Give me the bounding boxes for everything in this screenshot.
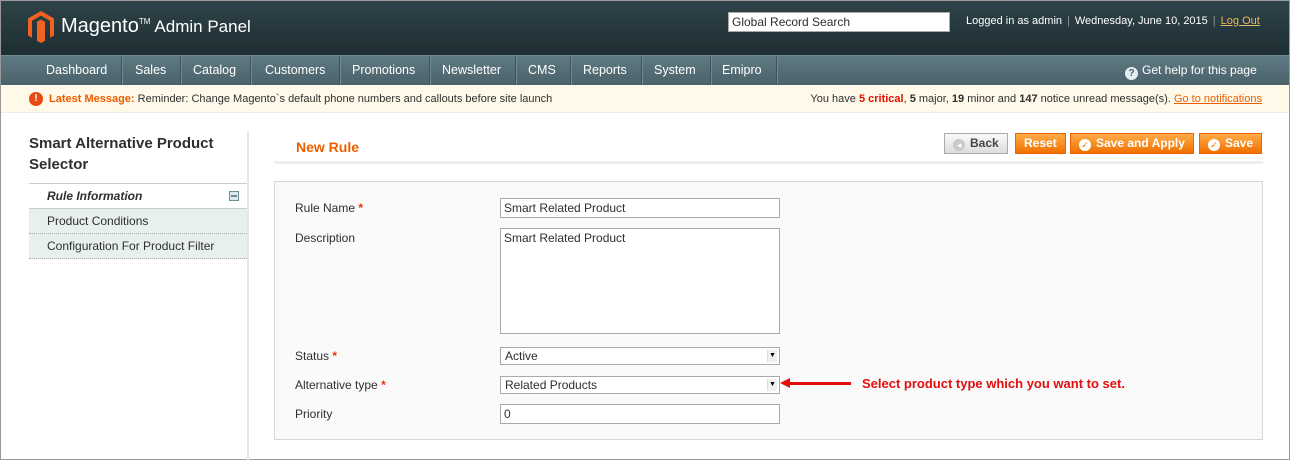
reset-button[interactable]: Reset bbox=[1015, 133, 1066, 154]
latest-message: Latest Message: Reminder: Change Magento… bbox=[49, 93, 552, 105]
dropdown-arrow-icon: ▼ bbox=[767, 379, 777, 391]
message-bar: ! Latest Message: Reminder: Change Magen… bbox=[1, 85, 1289, 113]
major-label: major, bbox=[918, 93, 949, 105]
page-title: New Rule bbox=[296, 139, 360, 155]
status-label: Status * bbox=[295, 349, 338, 363]
tab-label: Rule Information bbox=[47, 189, 143, 203]
back-arrow-icon: ◂ bbox=[953, 139, 965, 151]
annotation-arrow-line bbox=[787, 382, 851, 385]
user-info: Logged in as admin | Wednesday, June 10, 2… bbox=[966, 15, 1260, 27]
nav-item-newsletter[interactable]: Newsletter bbox=[428, 56, 517, 85]
priority-label: Priority bbox=[295, 407, 333, 421]
main-nav: Dashboard Sales Catalog Customers Promot… bbox=[1, 55, 1289, 85]
logged-in-text: Logged in as admin bbox=[966, 15, 1063, 27]
nav-item-sales[interactable]: Sales bbox=[121, 56, 182, 85]
sidebar-divider bbox=[247, 131, 249, 460]
latest-message-label: Latest Message: bbox=[49, 93, 135, 105]
critical-count: 5 critical bbox=[858, 93, 904, 105]
latest-message-text: Reminder: Change Magento`s default phone… bbox=[137, 93, 553, 105]
annotation-text: Select product type which you want to se… bbox=[862, 376, 1125, 391]
title-divider bbox=[274, 161, 1263, 164]
save-button[interactable]: ✓ Save bbox=[1199, 133, 1263, 154]
check-icon: ✓ bbox=[1079, 139, 1091, 151]
alternative-type-label: Alternative type * bbox=[295, 378, 386, 392]
description-label: Description bbox=[295, 231, 356, 245]
go-to-notifications-link[interactable]: Go to notifications bbox=[1174, 93, 1262, 105]
nav-item-catalog[interactable]: Catalog bbox=[179, 56, 252, 85]
alternative-type-value: Related Products bbox=[505, 378, 598, 392]
nav-item-cms[interactable]: CMS bbox=[514, 56, 571, 85]
help-label: Get help for this page bbox=[1142, 63, 1257, 77]
save-apply-label: Save and Apply bbox=[1096, 136, 1185, 150]
help-link[interactable]: ? Get help for this page bbox=[1125, 63, 1257, 80]
nav-item-dashboard[interactable]: Dashboard bbox=[32, 56, 123, 85]
nav-item-promotions[interactable]: Promotions bbox=[338, 56, 431, 85]
notice-count: 147 bbox=[1019, 93, 1038, 105]
help-icon: ? bbox=[1125, 67, 1138, 80]
rule-name-label: Rule Name * bbox=[295, 201, 364, 215]
global-search-input[interactable] bbox=[728, 12, 950, 32]
magento-logo-icon bbox=[28, 11, 54, 43]
nav-item-customers[interactable]: Customers bbox=[251, 56, 341, 85]
rule-name-input[interactable] bbox=[500, 198, 780, 218]
back-label: Back bbox=[970, 136, 999, 150]
header-bar: MagentoTMAdmin Panel Logged in as admin|… bbox=[1, 1, 1289, 55]
tab-rule-information[interactable]: Rule Information bbox=[29, 184, 247, 209]
save-label: Save bbox=[1225, 136, 1254, 150]
brand-title: MagentoTM Admin Panel bbox=[61, 15, 251, 37]
alert-icon: ! bbox=[29, 92, 43, 106]
check-icon: ✓ bbox=[1208, 139, 1220, 151]
priority-input[interactable] bbox=[500, 404, 780, 424]
save-and-apply-button[interactable]: ✓ Save and Apply bbox=[1070, 133, 1194, 154]
status-value: Active bbox=[505, 349, 538, 363]
dropdown-arrow-icon: ▼ bbox=[767, 350, 777, 362]
status-select[interactable]: Active ▼ bbox=[500, 347, 780, 365]
reset-label: Reset bbox=[1024, 136, 1057, 150]
back-button[interactable]: ◂ Back bbox=[944, 133, 1008, 154]
tab-label: Product Conditions bbox=[47, 214, 149, 228]
summary-prefix: You have bbox=[810, 93, 856, 105]
notification-summary: You have 5 critical, 5 major, 19 minor a… bbox=[810, 93, 1262, 105]
notice-label: notice unread message(s). bbox=[1040, 93, 1171, 105]
alternative-type-select[interactable]: Related Products ▼ bbox=[500, 376, 780, 394]
minor-label: minor and bbox=[967, 93, 1017, 105]
major-count: 5 bbox=[909, 93, 916, 105]
nav-item-system[interactable]: System bbox=[640, 56, 711, 85]
date-text: Wednesday, June 10, 2015 bbox=[1074, 15, 1208, 27]
sidebar-title: Smart Alternative Product Selector bbox=[29, 135, 214, 173]
tab-label: Configuration For Product Filter bbox=[47, 239, 215, 253]
minor-count: 19 bbox=[951, 93, 965, 105]
tab-product-conditions[interactable]: Product Conditions bbox=[29, 209, 247, 234]
sidebar-tabs: Rule Information Product Conditions Conf… bbox=[29, 183, 247, 259]
logout-link[interactable]: Log Out bbox=[1221, 15, 1260, 27]
tab-configuration-product-filter[interactable]: Configuration For Product Filter bbox=[29, 234, 247, 259]
nav-item-reports[interactable]: Reports bbox=[569, 56, 642, 85]
description-textarea[interactable]: Smart Related Product bbox=[500, 228, 780, 334]
nav-item-emipro[interactable]: Emipro bbox=[708, 56, 777, 85]
collapse-icon bbox=[229, 191, 239, 201]
